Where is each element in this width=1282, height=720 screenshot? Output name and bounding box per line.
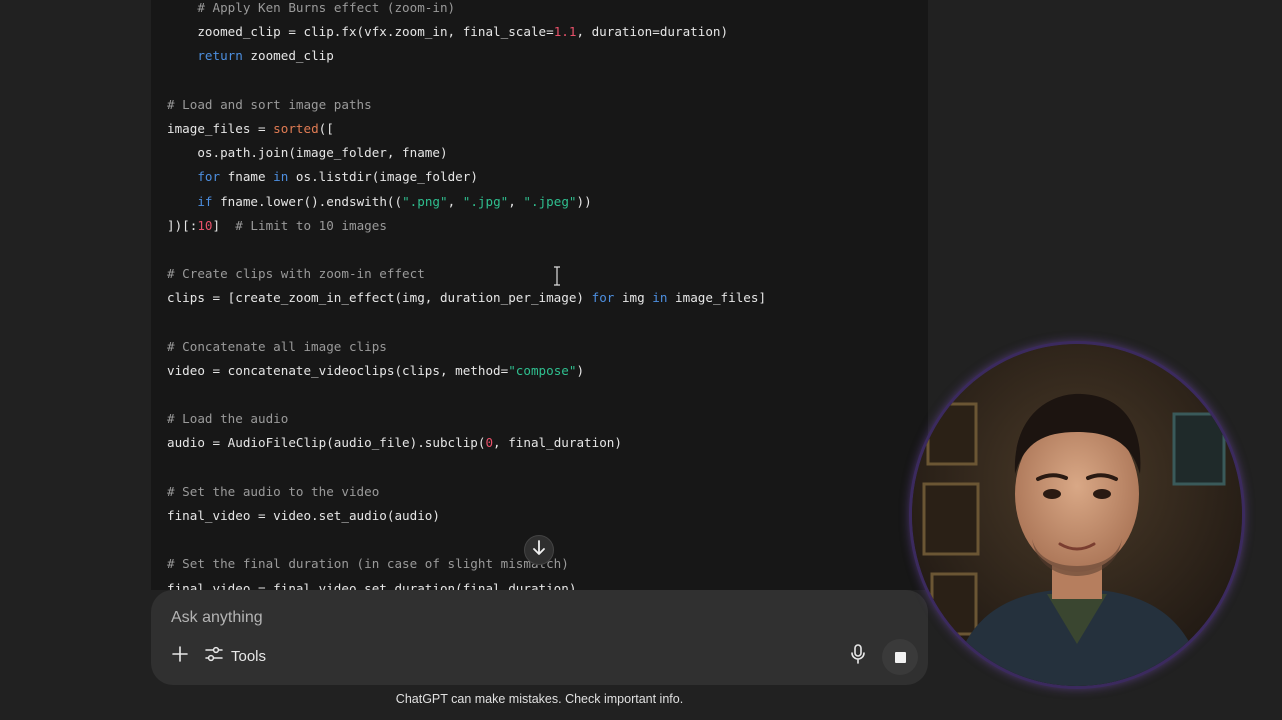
code-token: # Load the audio bbox=[167, 411, 289, 427]
code-content: # Apply Ken Burns effect (zoom-in) zoome… bbox=[167, 0, 766, 590]
code-line: os.path.join(image_folder, fname) bbox=[167, 141, 766, 165]
code-token: ([ bbox=[318, 120, 334, 136]
arrow-down-icon bbox=[532, 539, 546, 561]
disclaimer-text: ChatGPT can make mistakes. Check importa… bbox=[395, 692, 684, 706]
code-token: os.listdir(image_folder) bbox=[288, 169, 478, 185]
prompt-composer: Tools bbox=[151, 590, 928, 685]
code-line: ])[:10] # Limit to 10 images bbox=[167, 214, 766, 238]
code-token: image_files] bbox=[667, 290, 767, 306]
code-token: 10 bbox=[197, 217, 213, 233]
code-token: in bbox=[652, 290, 668, 306]
code-line: image_files = sorted([ bbox=[167, 117, 766, 141]
tools-label: Tools bbox=[231, 647, 267, 665]
plus-icon bbox=[172, 645, 188, 667]
prompt-input[interactable] bbox=[171, 606, 771, 630]
code-token: return bbox=[197, 48, 243, 64]
code-token: ".png" bbox=[402, 193, 448, 209]
code-token: ) bbox=[576, 362, 585, 378]
code-token: in bbox=[273, 169, 289, 185]
stop-icon bbox=[894, 651, 906, 663]
code-token: , bbox=[508, 193, 524, 209]
code-token: # Concatenate all image clips bbox=[167, 338, 387, 354]
code-token: zoomed_clip bbox=[242, 48, 334, 64]
code-line: return zoomed_clip bbox=[167, 44, 766, 68]
code-token: 1.1 bbox=[553, 24, 577, 40]
code-token: ".jpg" bbox=[462, 193, 509, 209]
code-line: final_video = video.set_audio(audio) bbox=[167, 504, 766, 528]
code-token: , bbox=[447, 193, 463, 209]
code-line: video = concatenate_videoclips(clips, me… bbox=[167, 359, 766, 383]
stop-generating-button[interactable] bbox=[882, 639, 918, 675]
tools-button[interactable]: Tools bbox=[205, 643, 266, 669]
code-line: clips = [create_zoom_in_effect(img, dura… bbox=[167, 286, 766, 310]
code-token: for bbox=[197, 169, 221, 185]
code-token: # Create clips with zoom-in effect bbox=[167, 266, 425, 282]
code-line: # Load the audio bbox=[167, 407, 766, 431]
code-token: # Set the final duration (in case of sli… bbox=[167, 556, 569, 572]
code-line: if fname.lower().endswith((".png", ".jpg… bbox=[167, 190, 766, 214]
code-token: img bbox=[614, 290, 653, 306]
code-token: ])[: bbox=[167, 217, 198, 233]
code-token: , duration=duration) bbox=[576, 24, 729, 40]
code-token: final_video = video.set_audio(audio) bbox=[167, 507, 440, 523]
code-token: sorted bbox=[273, 120, 319, 136]
code-token: for bbox=[591, 290, 615, 306]
code-token: image_files = bbox=[167, 120, 274, 136]
code-token: ".jpeg" bbox=[523, 193, 577, 209]
code-block: # Apply Ken Burns effect (zoom-in) zoome… bbox=[151, 0, 928, 590]
code-line: # Set the audio to the video bbox=[167, 480, 766, 504]
code-line: # Set the final duration (in case of sli… bbox=[167, 552, 766, 576]
code-token: # Set the audio to the video bbox=[167, 483, 380, 499]
code-line: final_video = final_video.set_duration(f… bbox=[167, 577, 766, 591]
code-token: # Apply Ken Burns effect (zoom-in) bbox=[197, 0, 456, 15]
code-token: "compose" bbox=[508, 362, 577, 378]
code-token: # Load and sort image paths bbox=[167, 96, 372, 112]
code-line: zoomed_clip = clip.fx(vfx.zoom_in, final… bbox=[167, 20, 766, 44]
scroll-to-bottom-button[interactable] bbox=[524, 535, 554, 565]
code-token: # Limit to 10 images bbox=[235, 217, 387, 233]
code-token: if bbox=[197, 193, 213, 209]
code-token: fname.lower().endswith(( bbox=[212, 193, 403, 209]
voice-input-button[interactable] bbox=[845, 643, 871, 669]
code-line: # Create clips with zoom-in effect bbox=[167, 262, 766, 286]
code-token: audio = AudioFileClip(audio_file).subcli… bbox=[167, 435, 486, 451]
code-line: # Apply Ken Burns effect (zoom-in) bbox=[167, 0, 766, 20]
code-token: fname bbox=[220, 169, 274, 185]
code-line: audio = AudioFileClip(audio_file).subcli… bbox=[167, 431, 766, 455]
add-attachment-button[interactable] bbox=[167, 643, 193, 669]
text-cursor-icon bbox=[554, 266, 560, 286]
code-line: for fname in os.listdir(image_folder) bbox=[167, 165, 766, 189]
code-line: # Load and sort image paths bbox=[167, 93, 766, 117]
code-token: zoomed_clip = clip.fx(vfx.zoom_in, final… bbox=[167, 24, 554, 40]
code-token: os.path.join(image_folder, fname) bbox=[167, 145, 448, 161]
code-token: video = concatenate_videoclips(clips, me… bbox=[167, 362, 509, 378]
sliders-icon bbox=[205, 645, 223, 667]
code-token: clips = [create_zoom_in_effect(img, dura… bbox=[167, 290, 592, 306]
code-token: final_video = final_video.set_duration(f… bbox=[167, 580, 577, 591]
code-line: # Concatenate all image clips bbox=[167, 335, 766, 359]
webcam-overlay bbox=[912, 344, 1242, 686]
code-token: , final_duration) bbox=[493, 435, 622, 451]
code-token: ] bbox=[212, 217, 236, 233]
code-token: 0 bbox=[485, 435, 494, 451]
microphone-icon bbox=[850, 643, 866, 669]
code-token: )) bbox=[576, 193, 592, 209]
